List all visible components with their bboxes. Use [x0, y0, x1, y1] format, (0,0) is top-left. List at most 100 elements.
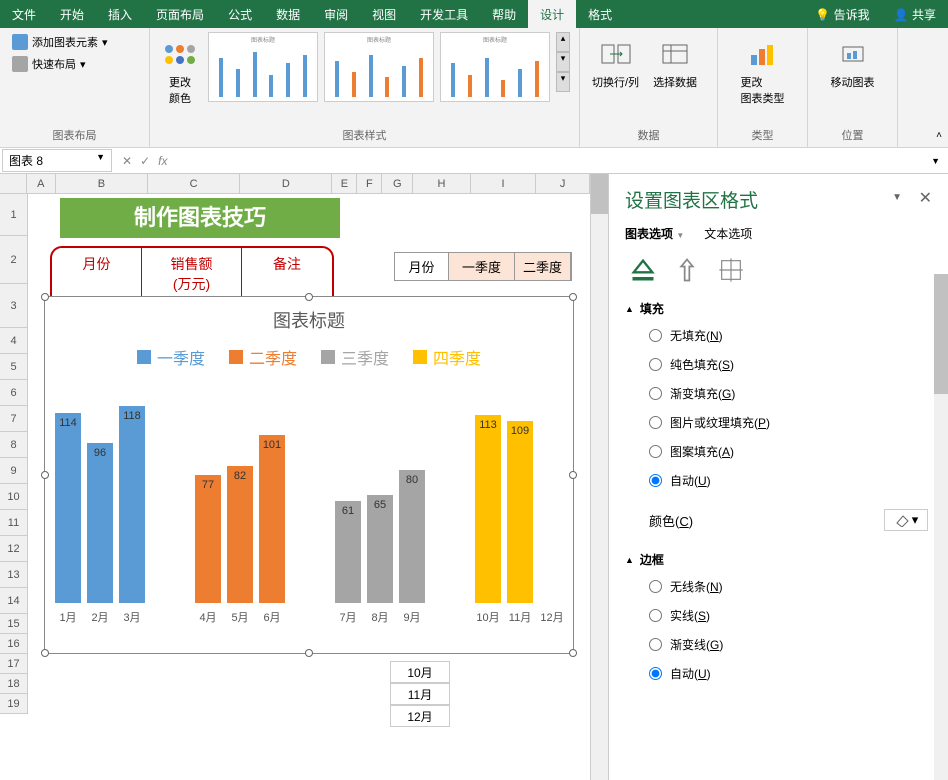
tell-me[interactable]: 💡 告诉我: [803, 0, 881, 28]
col-header[interactable]: G: [382, 174, 413, 193]
chart-style-3[interactable]: 图表标题: [440, 32, 550, 102]
chart-object[interactable]: 图表标题 一季度 二季度 三季度 四季度 11496118 7782101 6165…: [44, 296, 574, 654]
row-header[interactable]: 4: [0, 328, 28, 354]
row-header[interactable]: 13: [0, 562, 28, 588]
share-button[interactable]: 👤 共享: [882, 0, 948, 28]
accept-formula-button[interactable]: ✓: [140, 154, 150, 168]
col-header[interactable]: H: [413, 174, 471, 193]
row-header[interactable]: 10: [0, 484, 28, 510]
sheet-vertical-scrollbar[interactable]: [590, 174, 608, 780]
quick-layout-button[interactable]: 快速布局 ▾: [8, 54, 90, 74]
menu-formulas[interactable]: 公式: [216, 0, 264, 28]
chart-options-tab[interactable]: 图表选项 ▼: [625, 225, 684, 242]
fill-color-picker[interactable]: ▾: [884, 509, 928, 531]
size-properties-icon[interactable]: [717, 256, 745, 284]
row-header[interactable]: 18: [0, 674, 28, 694]
col-header[interactable]: F: [357, 174, 382, 193]
menu-home[interactable]: 开始: [48, 0, 96, 28]
switch-rowcol-button[interactable]: 切换行/列: [588, 32, 643, 94]
menu-data[interactable]: 数据: [264, 0, 312, 28]
border-gradient-radio[interactable]: 渐变线(G): [649, 636, 932, 653]
fill-gradient-radio[interactable]: 渐变填充(G): [649, 385, 932, 402]
chart-style-1[interactable]: 图表标题: [208, 32, 318, 102]
chart-title[interactable]: 图表标题: [45, 297, 573, 339]
fill-auto-radio[interactable]: 自动(U): [649, 472, 932, 489]
bar[interactable]: 77: [195, 475, 221, 603]
menu-developer[interactable]: 开发工具: [408, 0, 480, 28]
style-scroll-down[interactable]: ▾: [556, 52, 570, 72]
bar[interactable]: 65: [367, 495, 393, 603]
text-options-tab[interactable]: 文本选项: [704, 225, 752, 242]
row-header[interactable]: 12: [0, 536, 28, 562]
border-section-header[interactable]: ▲边框: [625, 551, 932, 568]
select-data-button[interactable]: 选择数据: [649, 32, 701, 94]
add-chart-element-button[interactable]: 添加图表元素 ▾: [8, 32, 112, 52]
bar[interactable]: 109: [507, 421, 533, 603]
chart-legend[interactable]: 一季度 二季度 三季度 四季度: [45, 339, 573, 383]
row-header[interactable]: 9: [0, 458, 28, 484]
row-header[interactable]: 2: [0, 236, 28, 284]
chart-plot-area[interactable]: 11496118 7782101 616580 113109: [45, 383, 573, 603]
row-header[interactable]: 6: [0, 380, 28, 406]
row-header[interactable]: 5: [0, 354, 28, 380]
col-header[interactable]: D: [240, 174, 332, 193]
bar[interactable]: 82: [227, 466, 253, 603]
bar[interactable]: 96: [87, 443, 113, 603]
row-header[interactable]: 8: [0, 432, 28, 458]
move-chart-button[interactable]: 移动图表: [827, 32, 879, 94]
col-header[interactable]: C: [148, 174, 240, 193]
fx-button[interactable]: fx: [158, 154, 167, 168]
menu-view[interactable]: 视图: [360, 0, 408, 28]
col-header[interactable]: E: [332, 174, 357, 193]
row-header[interactable]: 14: [0, 588, 28, 614]
col-header[interactable]: J: [536, 174, 590, 193]
cancel-formula-button[interactable]: ✕: [122, 154, 132, 168]
bar[interactable]: 101: [259, 435, 285, 603]
fill-none-radio[interactable]: 无填充(N): [649, 327, 932, 344]
row-header[interactable]: 16: [0, 634, 28, 654]
change-chart-type-button[interactable]: 更改 图表类型: [737, 32, 789, 110]
border-auto-radio[interactable]: 自动(U): [649, 665, 932, 682]
menu-format[interactable]: 格式: [576, 0, 624, 28]
col-header[interactable]: A: [27, 174, 56, 193]
row-header[interactable]: 17: [0, 654, 28, 674]
col-header[interactable]: I: [471, 174, 536, 193]
border-none-radio[interactable]: 无线条(N): [649, 578, 932, 595]
menu-insert[interactable]: 插入: [96, 0, 144, 28]
pane-close-button[interactable]: ✕: [919, 188, 932, 208]
chevron-down-icon[interactable]: ▼: [96, 152, 105, 169]
menu-file[interactable]: 文件: [0, 0, 48, 28]
bar[interactable]: 118: [119, 406, 145, 603]
bar[interactable]: 80: [399, 470, 425, 603]
bar[interactable]: 113: [475, 415, 501, 603]
worksheet[interactable]: A B C D E F G H I J 12345678910111213141…: [0, 174, 590, 780]
pane-options-dropdown[interactable]: ▼: [892, 192, 902, 203]
menu-review[interactable]: 审阅: [312, 0, 360, 28]
ribbon-collapse-button[interactable]: ˄: [936, 130, 942, 141]
row-header[interactable]: 1: [0, 194, 28, 236]
chart-style-2[interactable]: 图表标题: [324, 32, 434, 102]
pane-scrollbar[interactable]: [934, 274, 948, 780]
fill-section-header[interactable]: ▲填充: [625, 300, 932, 317]
change-colors-button[interactable]: 更改 颜色: [158, 32, 202, 110]
formula-expand-button[interactable]: ▼: [923, 156, 948, 166]
col-header[interactable]: B: [56, 174, 148, 193]
style-gallery-expand[interactable]: ▾: [556, 72, 570, 92]
border-solid-radio[interactable]: 实线(S): [649, 607, 932, 624]
row-header[interactable]: 15: [0, 614, 28, 634]
row-header[interactable]: 3: [0, 284, 28, 328]
menu-help[interactable]: 帮助: [480, 0, 528, 28]
row-header[interactable]: 7: [0, 406, 28, 432]
fill-picture-radio[interactable]: 图片或纹理填充(P): [649, 414, 932, 431]
bar[interactable]: 61: [335, 501, 361, 603]
row-header[interactable]: 19: [0, 694, 28, 714]
fill-solid-radio[interactable]: 纯色填充(S): [649, 356, 932, 373]
fill-pattern-radio[interactable]: 图案填充(A): [649, 443, 932, 460]
menu-design[interactable]: 设计: [528, 0, 576, 28]
effects-icon[interactable]: [673, 256, 701, 284]
fill-line-icon[interactable]: [629, 256, 657, 284]
name-box[interactable]: 图表 8▼: [2, 149, 112, 172]
row-header[interactable]: 11: [0, 510, 28, 536]
style-scroll-up[interactable]: ▴: [556, 32, 570, 52]
bar[interactable]: 114: [55, 413, 81, 603]
